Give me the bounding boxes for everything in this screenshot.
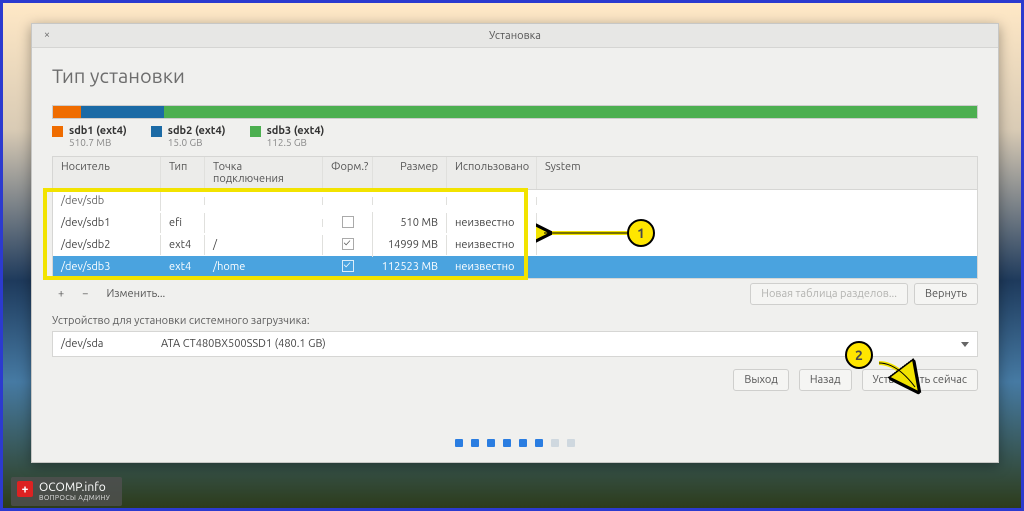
back-button[interactable]: Назад xyxy=(799,369,852,391)
annotation-arrow xyxy=(536,221,636,245)
page-title: Тип установки xyxy=(52,64,978,87)
swatch-icon xyxy=(250,126,261,137)
installer-window: × Установка Тип установки sdb1 (ext4) 51… xyxy=(31,23,999,463)
disk-usage-bar xyxy=(52,105,978,119)
table-row[interactable]: /dev/sdb xyxy=(53,190,977,212)
table-row[interactable]: /dev/sdb3ext4/home112523 MBнеизвестно xyxy=(53,256,977,278)
diskbar-seg-sdb1 xyxy=(53,106,81,118)
annotation-arrow xyxy=(871,357,931,397)
watermark-logo: OCOMP.info ВОПРОСЫ АДМИНУ xyxy=(11,477,122,506)
new-partition-table-button[interactable]: Новая таблица разделов... xyxy=(750,283,908,305)
change-partition-button[interactable]: Изменить... xyxy=(100,286,171,302)
titlebar: × Установка xyxy=(32,24,998,48)
table-row[interactable]: /dev/sdb1efi510 MBнеизвестно xyxy=(53,212,977,234)
table-row[interactable]: /dev/sdb2ext4/14999 MBнеизвестно xyxy=(53,234,977,256)
window-title: Установка xyxy=(32,30,998,42)
close-icon[interactable]: × xyxy=(40,28,54,42)
legend-item: sdb3 (ext4) 112.5 GB xyxy=(250,125,325,148)
revert-button[interactable]: Вернуть xyxy=(914,283,978,305)
diskbar-seg-sdb3 xyxy=(164,106,977,118)
legend: sdb1 (ext4) 510.7 MB sdb2 (ext4) 15.0 GB… xyxy=(52,125,978,148)
table-toolbar: + − Изменить... Новая таблица разделов..… xyxy=(52,279,978,315)
footer-buttons: Выход Назад Установить сейчас xyxy=(52,369,978,391)
annotation-badge-1: 1 xyxy=(627,219,655,247)
swatch-icon xyxy=(151,126,162,137)
add-partition-button[interactable]: + xyxy=(52,286,70,302)
chevron-down-icon xyxy=(961,342,969,347)
diskbar-seg-sdb2 xyxy=(81,106,164,118)
quit-button[interactable]: Выход xyxy=(733,369,788,391)
annotation-badge-2: 2 xyxy=(845,341,873,369)
progress-dots xyxy=(32,437,998,450)
bootloader-label: Устройство для установки системного загр… xyxy=(52,315,978,327)
remove-partition-button[interactable]: − xyxy=(76,286,94,302)
swatch-icon xyxy=(52,126,63,137)
table-header: Носитель Тип Точка подключения Форм.? Ра… xyxy=(53,157,977,190)
partition-table[interactable]: Носитель Тип Точка подключения Форм.? Ра… xyxy=(52,156,978,279)
bootloader-select[interactable]: /dev/sda ATA CT480BX500SSD1 (480.1 GB) xyxy=(52,331,978,357)
legend-item: sdb2 (ext4) 15.0 GB xyxy=(151,125,226,148)
legend-item: sdb1 (ext4) 510.7 MB xyxy=(52,125,127,148)
